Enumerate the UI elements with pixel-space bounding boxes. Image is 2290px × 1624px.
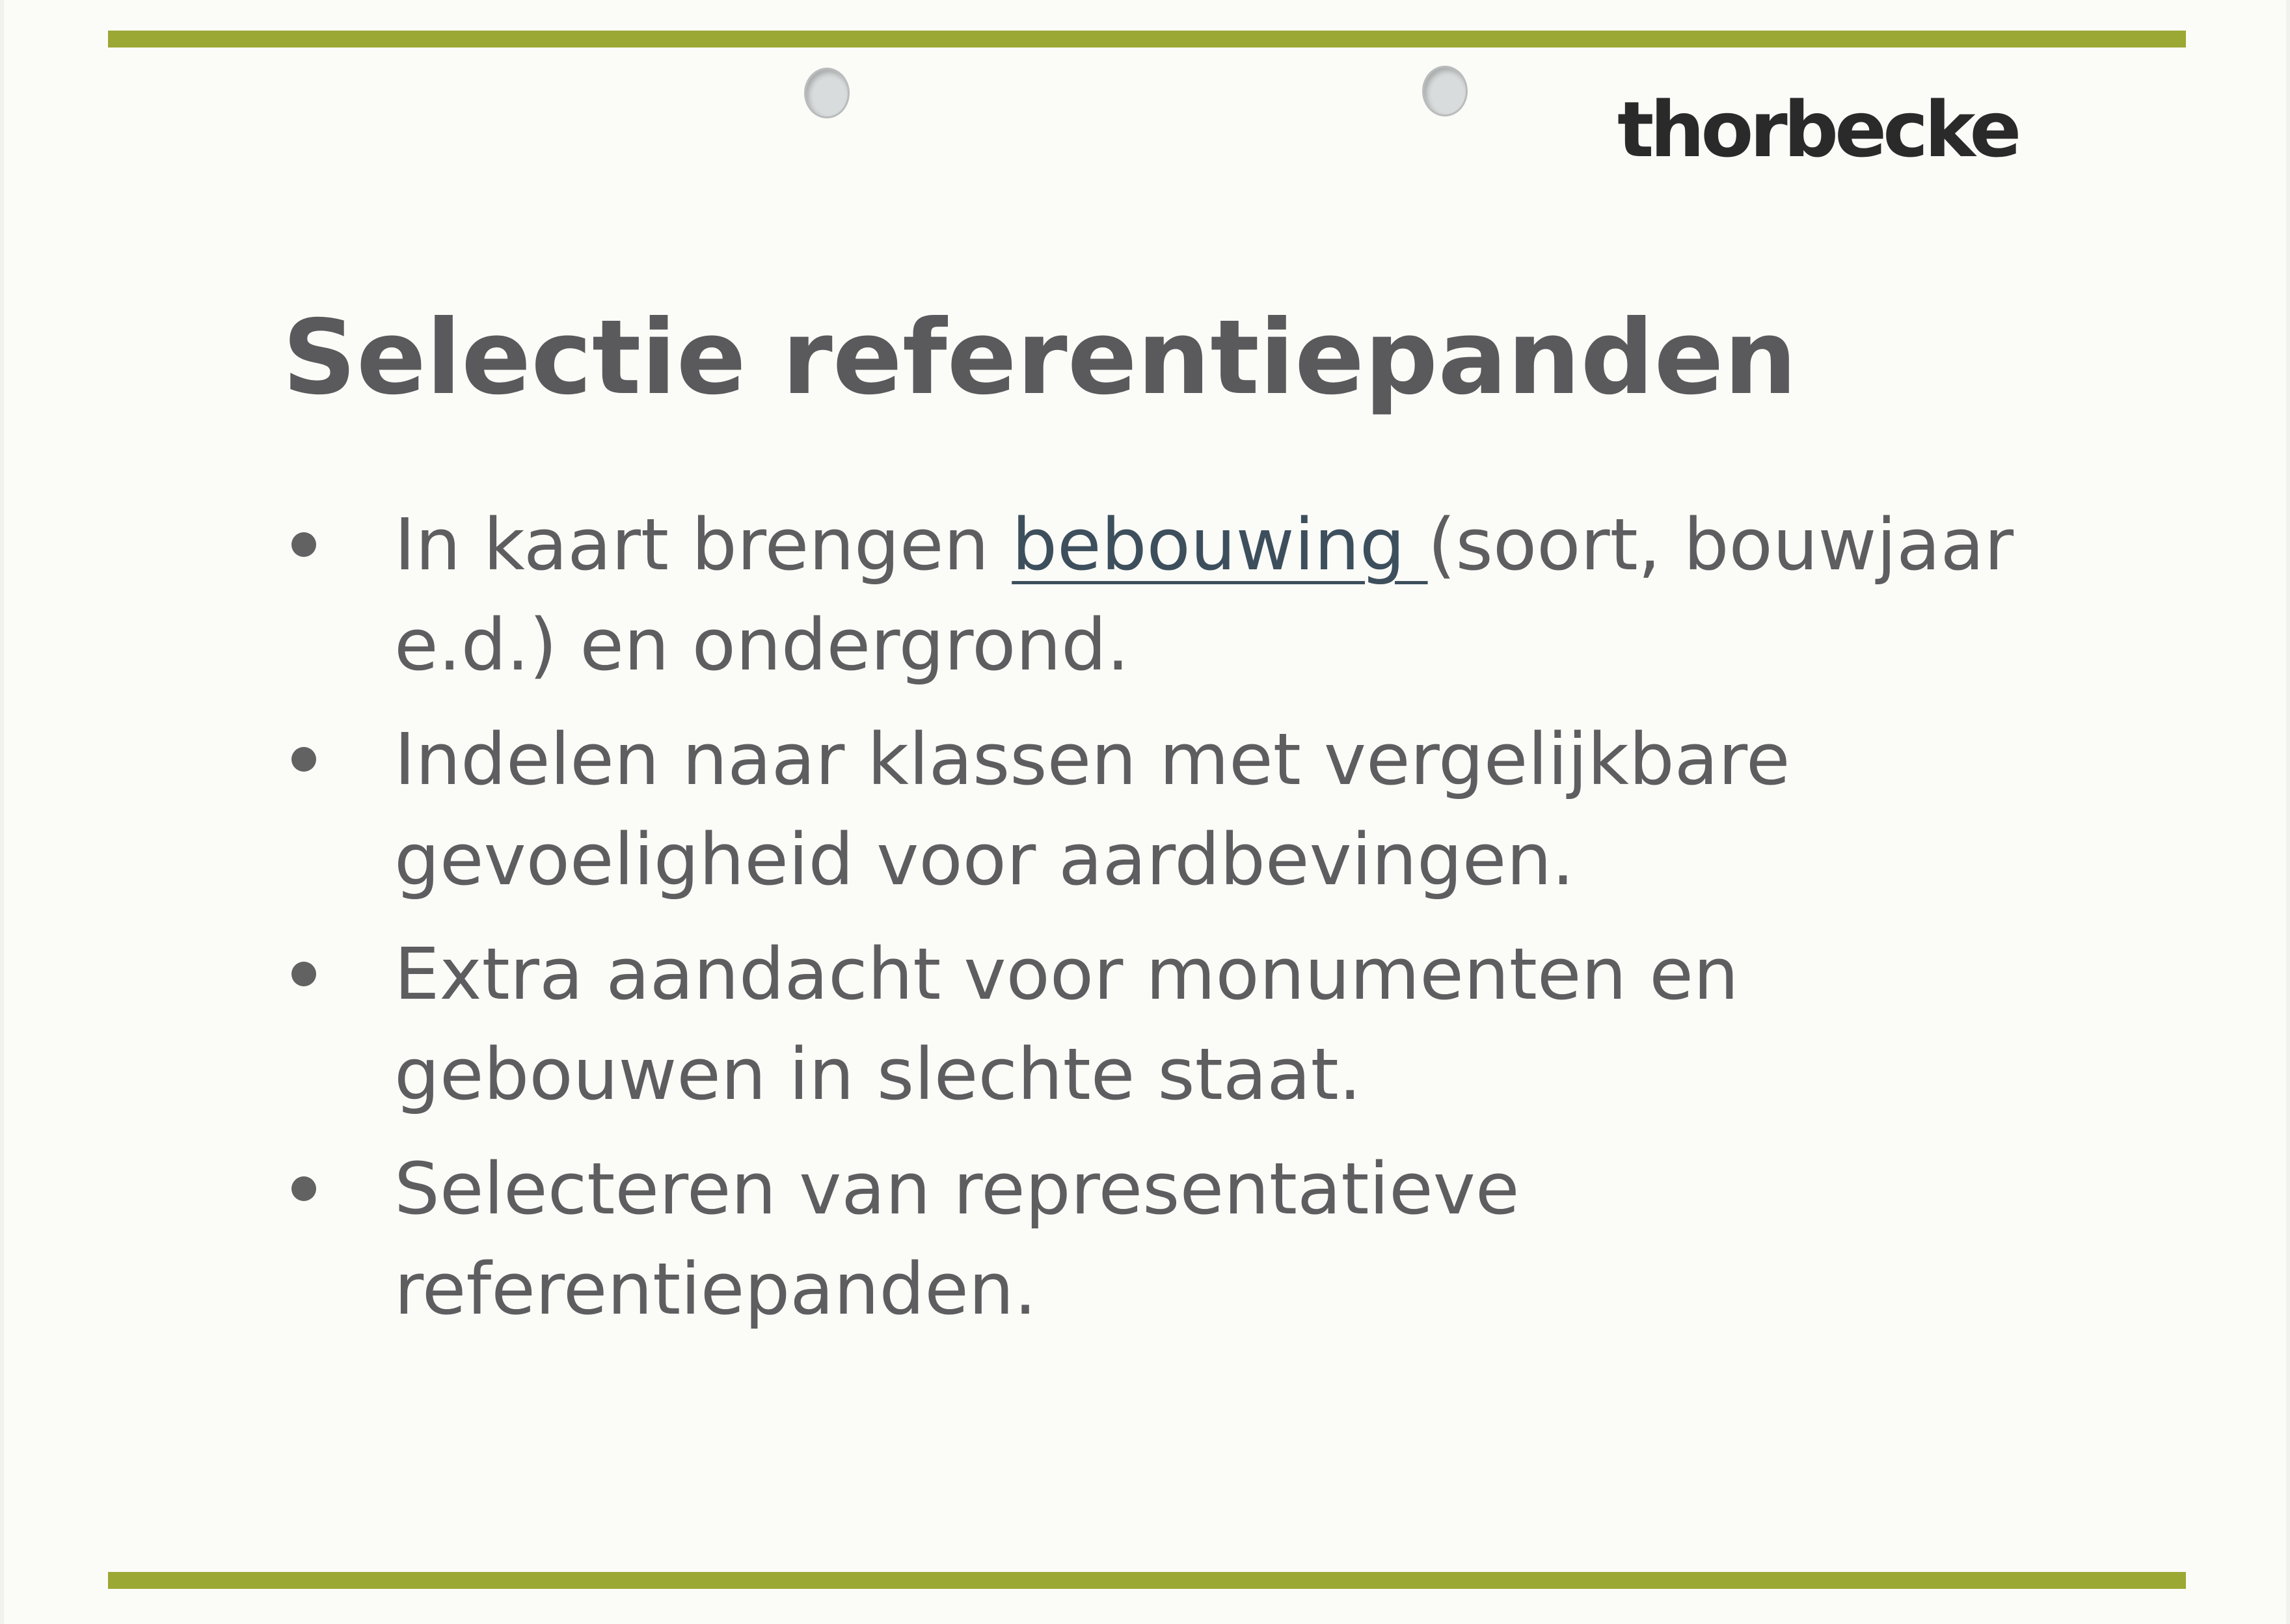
bullet-1-text-before: In kaart brengen [394, 503, 1012, 586]
bullet-dot-icon [291, 747, 316, 772]
bullet-3-text: Extra aandacht voor monumenten en gebouw… [394, 932, 1739, 1116]
bottom-accent-rule [108, 1572, 2186, 1589]
bullet-dot-icon [291, 962, 316, 986]
bullet-dot-icon [291, 1176, 316, 1201]
top-accent-rule [108, 31, 2186, 47]
bebouwing-link[interactable]: bebouwing [1012, 503, 1427, 586]
bullet-item-4: Selecteren van representatieve referenti… [288, 1139, 2057, 1339]
scan-edge-right [2286, 0, 2290, 1624]
bullet-2-text: Indelen naar klassen met vergelijkbare g… [394, 718, 1790, 901]
punch-hole-right [1422, 66, 1468, 116]
thorbecke-logo: thorbecke [1617, 85, 2021, 174]
bullet-4-text: Selecteren van representatieve referenti… [394, 1147, 1520, 1331]
bullet-item-1: In kaart brengen bebouwing (soort, bouwj… [288, 494, 2057, 695]
bullet-item-3: Extra aandacht voor monumenten en gebouw… [288, 924, 2057, 1124]
slide-title: Selectie referentiepanden [282, 298, 1798, 418]
bullet-list: In kaart brengen bebouwing (soort, bouwj… [288, 494, 2057, 1353]
punch-hole-left [804, 68, 850, 118]
bullet-item-2: Indelen naar klassen met vergelijkbare g… [288, 709, 2057, 910]
scan-edge-left [0, 0, 4, 1624]
bullet-dot-icon [291, 532, 316, 557]
